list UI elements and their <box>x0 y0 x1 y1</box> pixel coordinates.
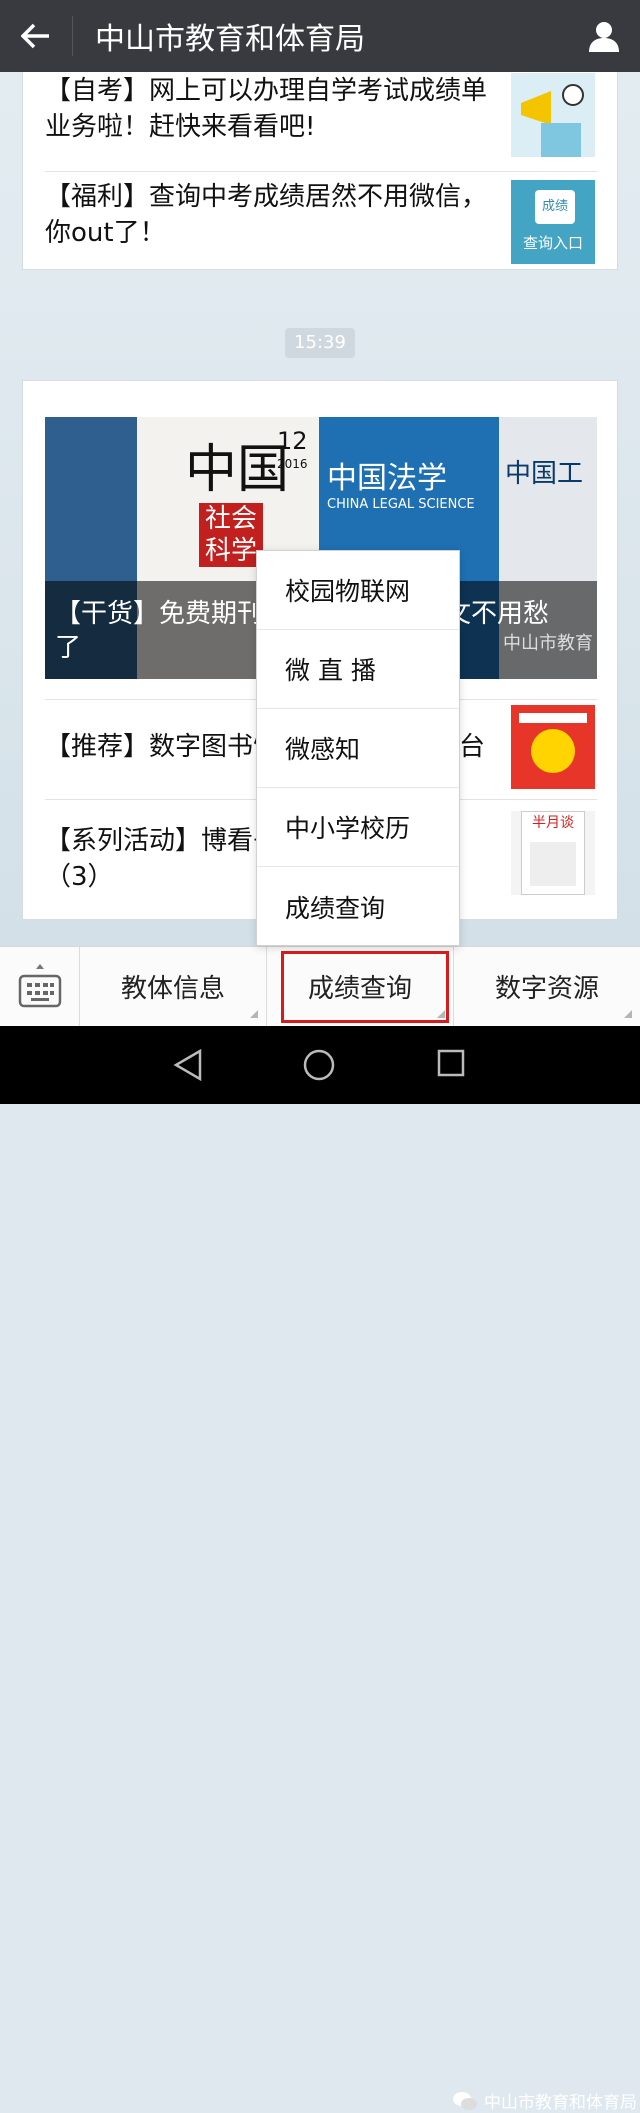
divider <box>45 171 597 172</box>
red-highlight-box <box>281 951 449 1023</box>
article-title: 【自考】网上可以办理自学考试成绩单业务啦！赶快来看看吧! <box>45 76 488 142</box>
library-poster-image <box>511 705 595 789</box>
cartoon-megaphone-image <box>511 73 595 157</box>
thumb-label: 成绩 <box>535 190 575 224</box>
thumb-label: 查询入口 <box>522 234 583 252</box>
back-button[interactable] <box>0 0 72 72</box>
keyboard-icon <box>18 964 61 1008</box>
menu-item-news[interactable]: 教体信息 <box>80 947 267 1026</box>
article-title-tail: 台 <box>459 732 486 762</box>
profile-button[interactable] <box>568 0 640 72</box>
submenu-item[interactable]: 微感知 <box>257 709 459 788</box>
submenu-indicator-icon <box>250 1010 258 1018</box>
title-bar: 中山市教育和体育局 <box>0 0 640 72</box>
submenu-indicator-icon <box>624 1010 632 1018</box>
system-navigation-bar: 中山市教育和体育局 <box>0 1026 640 2113</box>
cover-watermark: 中山市教育 <box>503 633 593 654</box>
title-divider <box>72 16 73 56</box>
submenu-item[interactable]: 成绩查询 <box>257 867 459 946</box>
magazine-cover-image: 半月谈 <box>511 811 595 895</box>
submenu-item[interactable]: 中小学校历 <box>257 788 459 867</box>
square-recent-icon[interactable] <box>436 1048 466 1078</box>
article-title: 【福利】查询中考成绩居然不用微信，你out了！ <box>45 182 488 248</box>
wechat-logo-icon <box>453 2091 477 2110</box>
footer-watermark: 中山市教育和体育局 <box>452 2088 637 2113</box>
timestamp: 15:39 <box>285 328 355 358</box>
arrow-left-icon <box>21 23 49 49</box>
person-icon <box>589 22 619 52</box>
article-card-top: 【自考】网上可以办理自学考试成绩单业务啦！赶快来看看吧! 【福利】查询中考成绩居… <box>22 72 618 270</box>
circle-home-icon[interactable] <box>302 1048 336 1082</box>
keyboard-toggle-button[interactable] <box>0 947 80 1027</box>
submenu-popup: 校园物联网 微 直 播 微感知 中小学校历 成绩查询 <box>256 550 460 946</box>
account-title: 中山市教育和体育局 <box>95 22 365 57</box>
submenu-item[interactable]: 微 直 播 <box>257 630 459 709</box>
submenu-item[interactable]: 校园物联网 <box>257 551 459 630</box>
menu-item-digital-resources[interactable]: 数字资源 <box>454 947 640 1026</box>
thumb-label: 半月谈 <box>532 815 574 831</box>
query-entry-image: 成绩 查询入口 <box>511 180 595 264</box>
triangle-back-icon[interactable] <box>172 1048 204 1082</box>
